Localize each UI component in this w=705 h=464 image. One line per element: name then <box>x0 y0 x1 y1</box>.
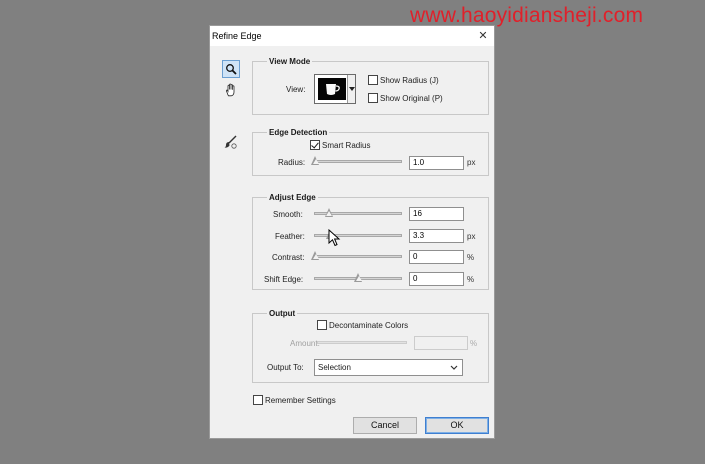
cancel-button[interactable]: Cancel <box>353 417 417 434</box>
output-to-value: Selection <box>318 363 351 372</box>
contrast-slider[interactable] <box>311 251 402 260</box>
adjust-edge-legend: Adjust Edge <box>267 193 318 202</box>
hand-tool-button[interactable] <box>222 81 240 99</box>
show-original-label: Show Original (P) <box>380 94 443 103</box>
feather-input[interactable]: 3.3 <box>409 229 464 243</box>
output-to-select[interactable]: Selection <box>314 359 463 376</box>
decontaminate-colors-label: Decontaminate Colors <box>329 321 409 330</box>
show-original-checkbox[interactable] <box>368 93 378 103</box>
chevron-down-icon <box>450 365 458 370</box>
smart-radius-checkbox[interactable] <box>310 140 320 150</box>
smart-radius-label: Smart Radius <box>322 141 371 150</box>
show-radius-checkbox[interactable] <box>368 75 378 85</box>
contrast-slider-thumb[interactable] <box>311 251 320 260</box>
dialog-title: Refine Edge <box>212 31 262 41</box>
remember-settings-checkbox[interactable] <box>253 395 263 405</box>
close-icon[interactable]: ✕ <box>476 29 490 43</box>
coffee-cup-icon <box>326 84 340 95</box>
smooth-slider-thumb[interactable] <box>324 208 334 217</box>
shift-edge-slider[interactable] <box>314 273 402 282</box>
output-to-label: Output To: <box>267 363 304 372</box>
show-radius-label: Show Radius (J) <box>380 76 439 85</box>
radius-slider-thumb[interactable] <box>311 156 320 165</box>
view-dropdown-arrow[interactable] <box>347 75 355 103</box>
view-label: View: <box>286 85 306 94</box>
refine-edge-dialog: Refine Edge ✕ View Mode View: Show Radiu… <box>209 25 495 439</box>
shift-edge-unit: % <box>467 275 475 284</box>
radius-input[interactable]: 1.0 <box>409 156 464 170</box>
refine-radius-tool-button[interactable] <box>222 133 240 151</box>
smooth-input[interactable]: 16 <box>409 207 464 221</box>
view-mode-legend: View Mode <box>267 57 313 66</box>
contrast-label: Contrast: <box>272 253 305 262</box>
brush-icon <box>224 135 237 149</box>
magnifier-icon <box>226 64 237 75</box>
shift-edge-input[interactable]: 0 <box>409 272 464 286</box>
view-preview-thumbnail <box>318 78 346 100</box>
title-bar[interactable]: Refine Edge ✕ <box>210 26 494 46</box>
feather-label: Feather: <box>275 232 305 241</box>
mouse-pointer-icon <box>328 229 341 247</box>
smooth-slider[interactable] <box>314 208 402 217</box>
remember-settings-label: Remember Settings <box>265 396 336 405</box>
radius-label: Radius: <box>278 158 306 167</box>
view-mode-picker[interactable] <box>314 74 356 104</box>
radius-slider[interactable] <box>311 156 402 165</box>
edge-detection-legend: Edge Detection <box>267 128 330 137</box>
radius-unit: px <box>467 158 476 167</box>
amount-input <box>414 336 468 350</box>
amount-slider <box>317 341 407 344</box>
ok-button[interactable]: OK <box>425 417 489 434</box>
smooth-label: Smooth: <box>273 210 303 219</box>
amount-label: Amount: <box>290 339 320 348</box>
output-legend: Output <box>267 309 298 318</box>
zoom-tool-button[interactable] <box>222 60 240 78</box>
contrast-unit: % <box>467 253 475 262</box>
contrast-input[interactable]: 0 <box>409 250 464 264</box>
hand-icon <box>226 83 235 97</box>
shift-edge-slider-thumb[interactable] <box>354 273 363 282</box>
shift-edge-label: Shift Edge: <box>264 275 304 284</box>
feather-unit: px <box>467 232 476 241</box>
amount-unit: % <box>470 339 478 348</box>
decontaminate-colors-checkbox[interactable] <box>317 320 327 330</box>
